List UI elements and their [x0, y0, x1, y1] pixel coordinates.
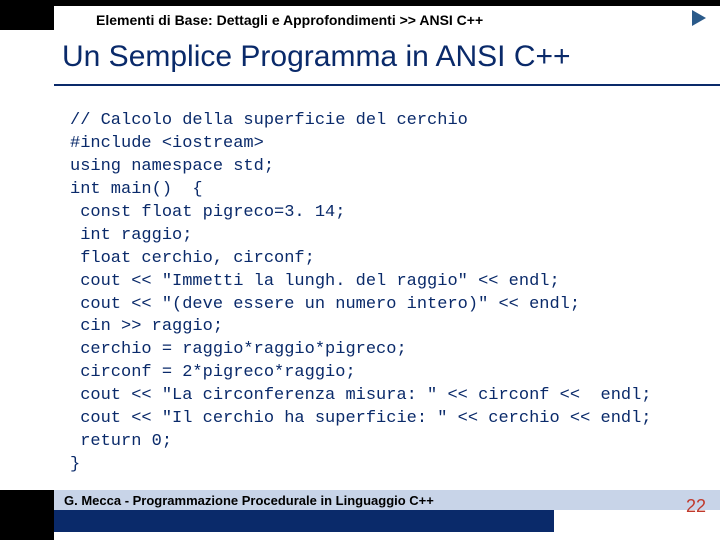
- code-line: const float pigreco=3. 14;: [70, 203, 345, 222]
- page-number: 22: [686, 496, 706, 517]
- breadcrumb: Elementi di Base: Dettagli e Approfondim…: [54, 6, 720, 34]
- code-line: using namespace std;: [70, 157, 274, 176]
- code-line: // Calcolo della superficie del cerchio: [70, 111, 468, 130]
- footer-dark-strip: [54, 510, 554, 532]
- code-line: cerchio = raggio*raggio*pigreco;: [70, 340, 407, 359]
- footer: G. Mecca - Programmazione Procedurale in…: [0, 490, 720, 540]
- code-line: cin >> raggio;: [70, 317, 223, 336]
- code-line: }: [70, 455, 80, 474]
- code-line: int main() {: [70, 180, 203, 199]
- breadcrumb-text: Elementi di Base: Dettagli e Approfondim…: [96, 12, 483, 28]
- code-line: #include <iostream>: [70, 134, 264, 153]
- code-line: cout << "Il cerchio ha superficie: " << …: [70, 409, 652, 428]
- code-line: return 0;: [70, 432, 172, 451]
- code-block: // Calcolo della superficie del cerchio …: [70, 110, 706, 477]
- code-line: cout << "Immetti la lungh. del raggio" <…: [70, 272, 560, 291]
- code-line: int raggio;: [70, 226, 192, 245]
- code-line: cout << "La circonferenza misura: " << c…: [70, 386, 652, 405]
- code-line: float cerchio, circonf;: [70, 249, 315, 268]
- next-arrow-icon[interactable]: [692, 10, 706, 26]
- footer-text: G. Mecca - Programmazione Procedurale in…: [64, 493, 434, 508]
- left-column-white: [0, 30, 54, 490]
- page-title-wrap: Un Semplice Programma in ANSI C++: [62, 40, 712, 74]
- page-title: Un Semplice Programma in ANSI C++: [62, 40, 712, 74]
- code-line: cout << "(deve essere un numero intero)"…: [70, 295, 580, 314]
- title-underline: [54, 84, 720, 86]
- code-line: circonf = 2*pigreco*raggio;: [70, 363, 356, 382]
